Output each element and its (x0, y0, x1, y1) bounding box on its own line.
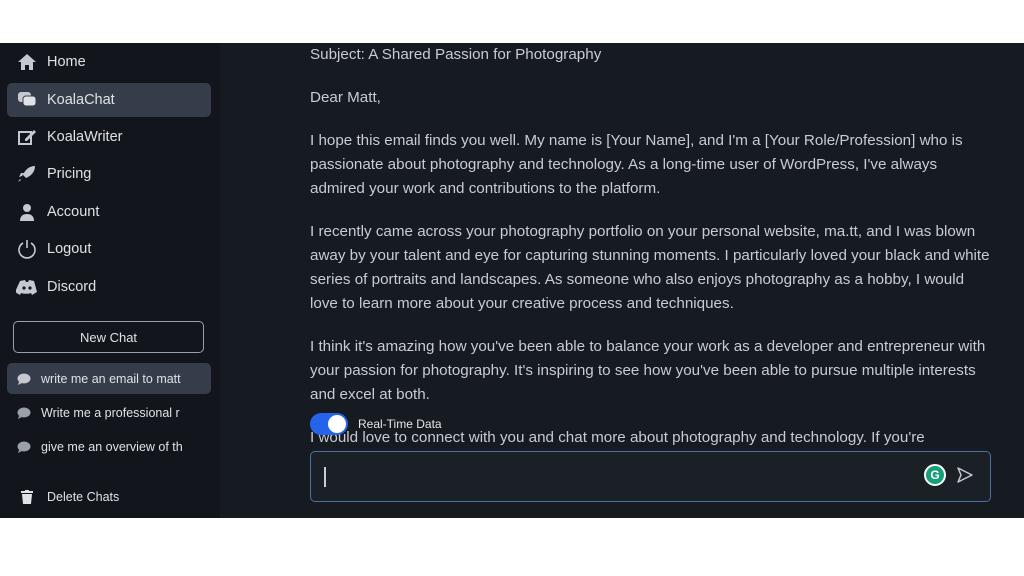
nav-account[interactable]: Account (7, 195, 211, 229)
edit-icon (7, 128, 47, 146)
discord-icon (7, 279, 47, 295)
email-greeting: Dear Matt, (310, 89, 381, 106)
chat-bubble-icon (7, 407, 41, 419)
new-chat-button[interactable]: New Chat (13, 321, 204, 353)
real-time-data-label: Real-Time Data (358, 417, 442, 431)
chat-history-item[interactable]: give me an overview of th (7, 431, 211, 462)
chat-bubbles-icon (7, 91, 47, 109)
chat-bubble-icon (7, 373, 41, 385)
assistant-message: Subject: A Shared Passion for Photograph… (310, 43, 990, 469)
chat-history-item[interactable]: Write me a professional r (7, 397, 211, 428)
nav-label: Discord (47, 279, 97, 295)
home-icon (7, 53, 47, 71)
delete-chats-label: Delete Chats (47, 490, 120, 504)
email-subject: Subject: A Shared Passion for Photograph… (310, 46, 602, 63)
nav-label: Logout (47, 241, 92, 257)
nav-label: Home (47, 54, 86, 70)
nav-logout[interactable]: Logout (7, 232, 211, 266)
nav-pricing[interactable]: Pricing (7, 157, 211, 191)
nav-home[interactable]: Home (7, 45, 211, 79)
real-time-data-toggle[interactable] (310, 413, 348, 435)
nav-label: KoalaWriter (47, 129, 123, 145)
nav-koalawriter[interactable]: KoalaWriter (7, 120, 211, 154)
trash-icon (7, 490, 47, 504)
user-icon (7, 203, 47, 221)
nav-label: Account (47, 204, 100, 220)
email-paragraph: I hope this email finds you well. My nam… (310, 132, 963, 197)
grammarly-icon[interactable]: G (924, 464, 946, 486)
chat-title: Write me a professional r (41, 405, 180, 420)
chat-title: give me an overview of th (41, 439, 183, 454)
nav-discord[interactable]: Discord (7, 270, 211, 304)
rocket-icon (7, 165, 47, 183)
email-paragraph: I recently came across your photography … (310, 223, 990, 312)
send-icon[interactable] (956, 466, 974, 489)
sidebar: Home KoalaChat KoalaWriter Pricing Accou… (0, 43, 220, 518)
chat-input[interactable]: G (310, 451, 991, 502)
nav-koalachat[interactable]: KoalaChat (7, 83, 211, 117)
nav-label: KoalaChat (47, 92, 115, 108)
text-caret (324, 467, 326, 487)
power-icon (7, 239, 47, 259)
delete-chats-button[interactable]: Delete Chats (7, 483, 119, 511)
chat-history-item[interactable]: write me an email to matt (7, 363, 211, 394)
chat-bubble-icon (7, 441, 41, 453)
chat-title: write me an email to matt (41, 371, 181, 386)
nav-label: Pricing (47, 166, 92, 182)
app-window: Home KoalaChat KoalaWriter Pricing Accou… (0, 43, 1024, 518)
email-paragraph: I think it's amazing how you've been abl… (310, 338, 986, 403)
